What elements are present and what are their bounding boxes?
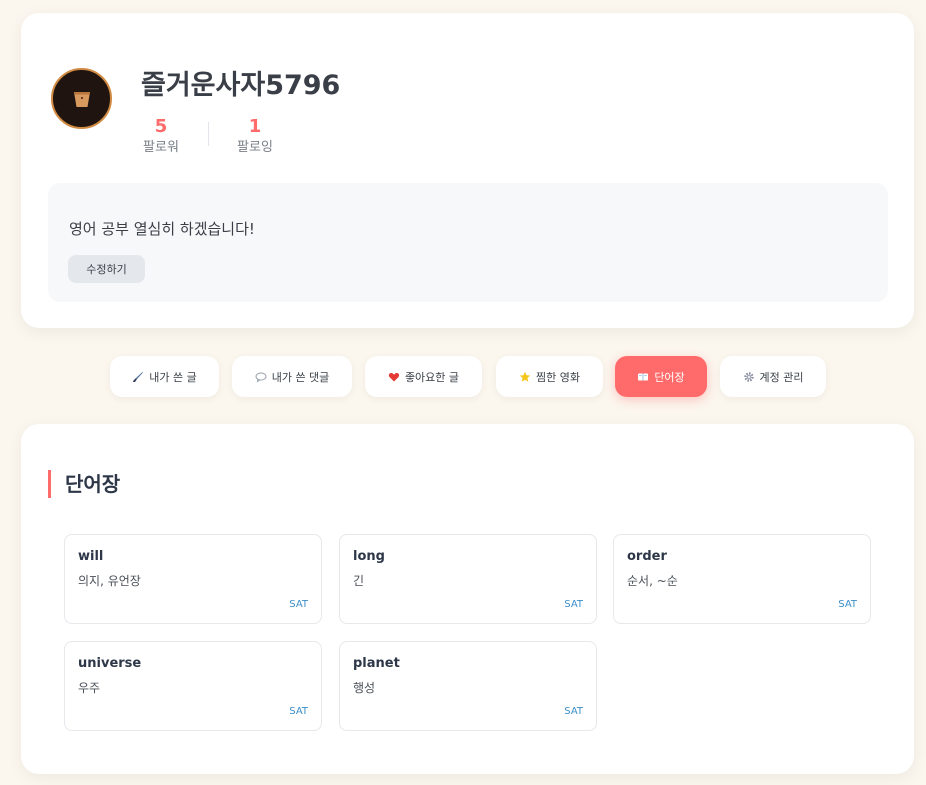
word-meaning: 우주 bbox=[78, 681, 101, 695]
word-card[interactable]: order 순서, ~순 SAT bbox=[613, 534, 871, 624]
tab-label: 단어장 bbox=[654, 370, 685, 384]
word-term: order bbox=[627, 549, 667, 564]
word-meaning: 의지, 유언장 bbox=[78, 574, 141, 588]
gear-icon bbox=[743, 371, 755, 383]
word-term: will bbox=[78, 549, 104, 564]
word-card[interactable]: universe 우주 SAT bbox=[64, 641, 322, 731]
tab-saved-movies[interactable]: 찜한 영화 bbox=[496, 356, 603, 397]
followers-label: 팔로워 bbox=[143, 140, 179, 155]
brush-icon bbox=[132, 371, 144, 383]
tab-label: 계정 관리 bbox=[759, 370, 804, 384]
word-tag: SAT bbox=[289, 599, 308, 610]
profile-card: 즐거운사자5796 5 팔로워 1 팔로잉 영어 공부 열심히 하겠습니다! 수… bbox=[21, 13, 914, 328]
stat-divider bbox=[208, 122, 209, 146]
following-stat[interactable]: 1 팔로잉 bbox=[225, 116, 285, 157]
word-card[interactable]: planet 행성 SAT bbox=[339, 641, 597, 731]
following-count: 1 bbox=[248, 116, 262, 137]
word-tag: SAT bbox=[289, 706, 308, 717]
tab-liked-posts[interactable]: 좋아요한 글 bbox=[365, 356, 482, 397]
heart-icon bbox=[388, 371, 400, 383]
word-meaning: 긴 bbox=[353, 574, 365, 588]
tab-label: 내가 쓴 댓글 bbox=[271, 370, 330, 384]
word-term: long bbox=[353, 549, 385, 564]
word-meaning: 순서, ~순 bbox=[627, 574, 678, 588]
word-tag: SAT bbox=[564, 706, 583, 717]
tab-vocabulary[interactable]: 단어장 bbox=[615, 356, 707, 397]
word-card[interactable]: will 의지, 유언장 SAT bbox=[64, 534, 322, 624]
section-title: 단어장 bbox=[48, 470, 120, 498]
tab-my-comments[interactable]: 내가 쓴 댓글 bbox=[232, 356, 352, 397]
followers-stat[interactable]: 5 팔로워 bbox=[131, 116, 191, 157]
edit-bio-button[interactable]: 수정하기 bbox=[68, 255, 145, 283]
word-term: universe bbox=[78, 656, 142, 671]
tab-my-posts[interactable]: 내가 쓴 글 bbox=[110, 356, 219, 397]
followers-count: 5 bbox=[154, 116, 168, 137]
word-card[interactable]: long 긴 SAT bbox=[339, 534, 597, 624]
avatar[interactable] bbox=[51, 68, 112, 129]
profile-tabs: 내가 쓴 글 내가 쓴 댓글 좋아요한 글 찜한 영화 단어장 계정 관리 bbox=[0, 356, 926, 397]
word-meaning: 행성 bbox=[353, 681, 376, 695]
word-tag: SAT bbox=[564, 599, 583, 610]
bio-box: 영어 공부 열심히 하겠습니다! 수정하기 bbox=[48, 183, 888, 302]
tab-label: 내가 쓴 글 bbox=[149, 370, 197, 384]
cup-icon bbox=[73, 91, 90, 107]
word-tag: SAT bbox=[838, 599, 857, 610]
tab-label: 찜한 영화 bbox=[536, 370, 580, 384]
tab-account-settings[interactable]: 계정 관리 bbox=[720, 356, 826, 397]
speech-bubble-icon bbox=[255, 371, 267, 383]
following-label: 팔로잉 bbox=[237, 140, 273, 155]
username: 즐거운사자5796 bbox=[141, 70, 341, 101]
star-icon bbox=[519, 371, 531, 383]
tab-label: 좋아요한 글 bbox=[404, 370, 460, 384]
bio-text: 영어 공부 열심히 하겠습니다! bbox=[69, 220, 255, 238]
vocabulary-panel: 단어장 will 의지, 유언장 SAT long 긴 SAT order 순서… bbox=[21, 424, 914, 774]
word-term: planet bbox=[353, 656, 400, 671]
book-icon bbox=[637, 371, 649, 383]
